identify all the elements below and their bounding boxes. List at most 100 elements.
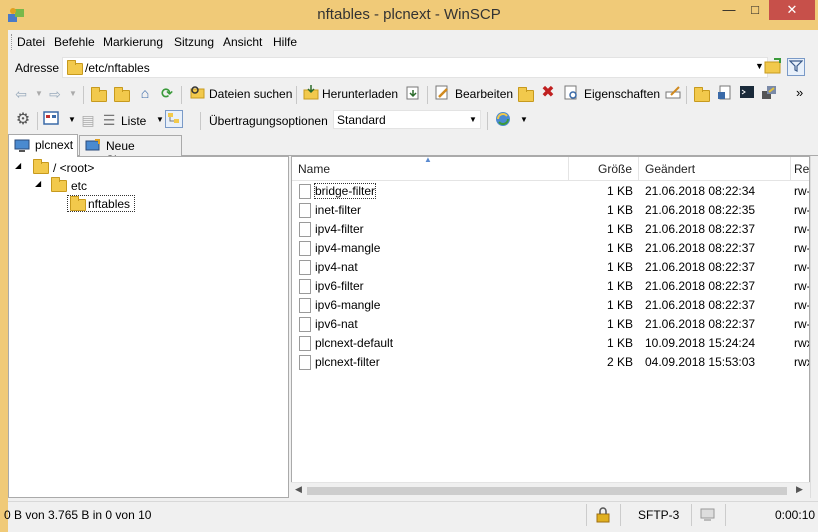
forward-icon[interactable]: ⇨: [46, 85, 64, 103]
view-mode-button[interactable]: Liste: [121, 114, 146, 128]
address-dropdown-icon[interactable]: ▼: [755, 61, 764, 71]
properties-button[interactable]: Eigenschaften: [584, 87, 660, 101]
expander-icon[interactable]: ◢: [15, 161, 21, 170]
tab-plcnext[interactable]: plcnext: [8, 134, 78, 157]
transfer-settings-select[interactable]: Standard ▼: [333, 110, 481, 129]
file-icon: [299, 317, 311, 332]
back-icon[interactable]: ⇦: [12, 85, 30, 103]
open-directory-icon[interactable]: [764, 58, 782, 76]
scrollbar-thumb[interactable]: [307, 487, 787, 495]
menu-ansicht[interactable]: Ansicht: [220, 35, 265, 49]
download-options-icon[interactable]: [404, 84, 422, 102]
forward-dropdown-icon[interactable]: ▼: [64, 85, 82, 103]
filter-icon[interactable]: [787, 58, 805, 76]
file-row[interactable]: plcnext-default 1 KB 10.09.2018 15:24:24 rw…: [292, 334, 809, 353]
edit-icon[interactable]: [433, 84, 451, 102]
vertical-scrollbar[interactable]: [810, 156, 818, 498]
tab-new-session[interactable]: Neue Sitzung: [79, 135, 182, 167]
download-button[interactable]: Herunterladen: [322, 87, 398, 101]
toolbar-separator: [83, 86, 84, 104]
putty-icon[interactable]: [760, 84, 778, 102]
folder-icon: [33, 159, 49, 174]
file-row[interactable]: ipv6-filter 1 KB 21.06.2018 08:22:37 rw-: [292, 277, 809, 296]
find-files-icon[interactable]: [188, 84, 206, 102]
synchronize-icon[interactable]: [494, 110, 512, 128]
toolbar-separator: [296, 86, 297, 104]
transfer-settings-dropdown-icon[interactable]: ▼: [469, 115, 477, 124]
expander-icon[interactable]: ◢: [35, 179, 41, 188]
download-icon[interactable]: [302, 84, 320, 102]
file-name: ipv4-filter: [315, 222, 364, 236]
delete-icon[interactable]: ✖: [539, 84, 557, 102]
file-row[interactable]: ipv4-nat 1 KB 21.06.2018 08:22:37 rw-: [292, 258, 810, 277]
toolbar-overflow-button[interactable]: »: [796, 85, 803, 100]
horizontal-scrollbar[interactable]: ◀ ▶: [291, 482, 810, 498]
menu-sitzung[interactable]: Sitzung: [171, 35, 217, 49]
layout-icon[interactable]: [42, 111, 60, 129]
menu-hilfe[interactable]: Hilfe: [270, 35, 300, 49]
properties-icon[interactable]: [562, 84, 580, 102]
file-list[interactable]: Name ▲ Größe Geändert Re bridge-filter 1 …: [291, 156, 810, 498]
toolbar-separator: [181, 86, 182, 104]
open-icon[interactable]: [518, 87, 534, 102]
minimize-button[interactable]: —: [716, 0, 742, 20]
file-row[interactable]: inet-filter 1 KB 21.06.2018 08:22:35 rw-: [292, 201, 809, 220]
home-icon[interactable]: ⌂: [136, 84, 154, 102]
file-size: 1 KB: [606, 298, 633, 312]
file-changed: 21.06.2018 08:22:35: [645, 203, 756, 217]
file-changed: 21.06.2018 08:22:37: [645, 298, 756, 312]
file-size: 1 KB: [606, 317, 633, 331]
address-input[interactable]: /etc/nftables ▼: [62, 57, 768, 78]
maximize-button[interactable]: □: [742, 0, 768, 20]
tree-toggle-icon[interactable]: [165, 110, 183, 128]
file-icon: [299, 222, 311, 237]
directory-tree[interactable]: ◢ / <root> ◢ etc nftables: [8, 156, 289, 498]
preferences-icon[interactable]: ⚙: [14, 111, 32, 129]
file-rights: rw-: [794, 260, 810, 274]
new-file-icon[interactable]: [716, 84, 734, 102]
menu-befehle[interactable]: Befehle: [51, 35, 98, 49]
tab-plcnext-label: plcnext: [35, 138, 74, 152]
column-rights[interactable]: Re: [792, 157, 809, 181]
rename-icon[interactable]: [664, 84, 682, 102]
file-row[interactable]: bridge-filter 1 KB 21.06.2018 08:22:34 rw-: [292, 182, 810, 201]
queue-icon[interactable]: ▤: [79, 111, 97, 129]
menu-markierung[interactable]: Markierung: [100, 35, 166, 49]
column-changed[interactable]: Geändert: [639, 157, 791, 181]
console-icon[interactable]: [738, 84, 756, 102]
lock-icon: [596, 507, 610, 526]
edit-button[interactable]: Bearbeiten: [455, 87, 513, 101]
file-row[interactable]: ipv4-filter 1 KB 21.06.2018 08:22:37 rw-: [292, 220, 809, 239]
file-size: 1 KB: [606, 222, 633, 236]
file-row[interactable]: ipv4-mangle 1 KB 21.06.2018 08:22:37 rw-: [292, 239, 809, 258]
file-row[interactable]: plcnext-filter 2 KB 04.09.2018 15:53:03 rwx: [292, 353, 809, 372]
toolbar-separator: [487, 112, 488, 130]
column-size[interactable]: Größe: [569, 157, 639, 181]
refresh-icon[interactable]: ⟳: [158, 84, 176, 102]
new-folder-icon[interactable]: [694, 87, 710, 102]
file-row[interactable]: ipv6-nat 1 KB 21.06.2018 08:22:37 rw-: [292, 315, 809, 334]
status-separator: [725, 504, 726, 526]
file-rights: rw-: [794, 184, 810, 198]
menu-datei[interactable]: Datei: [14, 35, 48, 49]
scroll-left-icon[interactable]: ◀: [295, 484, 302, 495]
status-separator: [620, 504, 621, 526]
address-label: Adresse: [15, 61, 60, 75]
file-icon: [299, 336, 311, 351]
parent-directory-icon[interactable]: [91, 87, 107, 102]
list-view-icon[interactable]: ☰: [100, 111, 118, 129]
root-directory-icon[interactable]: [114, 87, 130, 102]
tree-item-label: / <root>: [53, 161, 95, 175]
file-name: bridge-filter: [313, 183, 377, 199]
file-changed: 21.06.2018 08:22:37: [645, 317, 756, 331]
find-files-button[interactable]: Dateien suchen: [209, 87, 292, 101]
tree-item-nftables[interactable]: nftables: [67, 195, 136, 212]
file-rights: rwx: [794, 355, 809, 369]
file-name: ipv4-nat: [315, 260, 358, 274]
title-bar[interactable]: nftables - plcnext - WinSCP — □ ✕: [0, 0, 818, 30]
file-row[interactable]: ipv6-mangle 1 KB 21.06.2018 08:22:37 rw-: [292, 296, 809, 315]
address-path: /etc/nftables: [85, 61, 150, 75]
synchronize-dropdown-icon[interactable]: ▼: [515, 111, 533, 129]
scroll-right-icon[interactable]: ▶: [796, 484, 803, 495]
close-button[interactable]: ✕: [769, 0, 815, 20]
